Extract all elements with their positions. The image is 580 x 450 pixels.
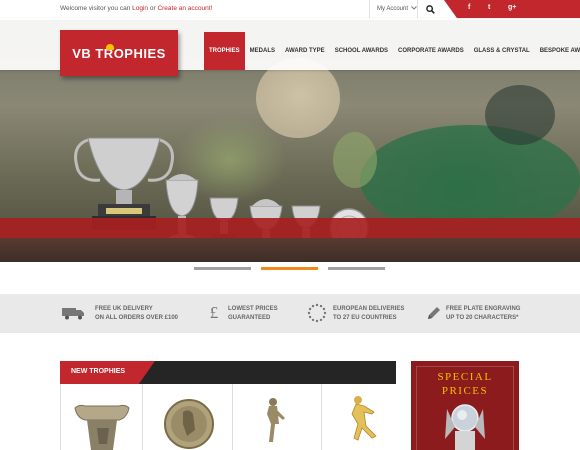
product-image [74, 404, 130, 450]
feature-line2: UP TO 20 CHARACTERS* [446, 315, 519, 321]
create-account-link[interactable]: Create an account! [157, 5, 212, 12]
feature-line2: TO 27 EU COUNTRIES [333, 315, 397, 321]
nav-item-medals[interactable]: MEDALS [245, 32, 280, 70]
page: Welcome visitor you can Login or Create … [0, 0, 580, 450]
feature-line2: GUARANTEED [228, 315, 271, 321]
new-trophies-products [60, 384, 412, 450]
header-navbar: VB TROPHIES TROPHIES MEDALS AWARD TYPE S… [0, 18, 580, 76]
twitter-icon[interactable]: t [488, 4, 490, 11]
eu-stars-icon [305, 303, 329, 323]
nav-item-bespoke-awards[interactable]: BESPOKE AWARDS [535, 32, 580, 70]
feature-line1: EUROPEAN DELIVERIES [333, 306, 405, 312]
product-card[interactable] [233, 384, 322, 450]
welcome-prefix: Welcome visitor you can [60, 5, 131, 12]
hero-red-band [0, 218, 580, 238]
product-card[interactable] [143, 384, 233, 450]
slider-dot-2[interactable] [261, 267, 318, 270]
search-icon [425, 5, 435, 14]
new-trophies-title: NEW TROPHIES [71, 368, 126, 375]
feature-line1: LOWEST PRICES [228, 306, 278, 312]
product-card[interactable] [322, 384, 412, 450]
main-nav: TROPHIES MEDALS AWARD TYPE SCHOOL AWARDS… [204, 32, 580, 70]
feature-line1: FREE PLATE ENGRAVING [446, 306, 521, 312]
product-image [164, 399, 214, 449]
features-strip: FREE UK DELIVERY ON ALL ORDERS OVER £100… [0, 294, 580, 333]
nav-item-glass-crystal[interactable]: GLASS & CRYSTAL [469, 32, 535, 70]
special-prices-banner[interactable]: SPECIAL PRICES [411, 361, 519, 450]
special-trophy-image [445, 404, 485, 450]
slider-dot-1[interactable] [194, 267, 251, 270]
feature-line1: FREE UK DELIVERY [95, 306, 153, 312]
social-links: f t g+ [444, 0, 580, 19]
product-image [267, 398, 285, 442]
facebook-icon[interactable]: f [468, 4, 470, 11]
site-logo[interactable]: VB TROPHIES [60, 30, 178, 76]
feature-line2: ON ALL ORDERS OVER £100 [95, 315, 179, 321]
pen-icon [422, 303, 446, 323]
welcome-message: Welcome visitor you can Login or Create … [60, 5, 212, 12]
pound-icon: £ [209, 303, 219, 322]
welcome-or: or [149, 5, 156, 12]
product-image [351, 396, 377, 441]
hero-bottom-strip [0, 238, 580, 262]
search-button[interactable] [418, 0, 442, 19]
google-plus-icon[interactable]: g+ [508, 4, 516, 11]
nav-item-award-type[interactable]: AWARD TYPE [280, 32, 330, 70]
chevron-down-icon [410, 6, 417, 10]
truck-icon [62, 303, 86, 323]
login-link[interactable]: Login [132, 5, 148, 12]
nav-item-corporate-awards[interactable]: CORPORATE AWARDS [393, 32, 469, 70]
slider-dot-3[interactable] [328, 267, 385, 270]
logo-football-icon [106, 44, 114, 50]
my-account-dropdown[interactable]: My Account [369, 0, 418, 19]
product-card[interactable] [61, 384, 143, 450]
nav-item-trophies[interactable]: TROPHIES [204, 32, 245, 70]
nav-item-school-awards[interactable]: SCHOOL AWARDS [330, 32, 393, 70]
logo-text: VB TROPHIES [72, 45, 166, 61]
top-bar: Welcome visitor you can Login or Create … [0, 0, 580, 19]
my-account-label: My Account [377, 6, 409, 12]
slider-indicators [0, 267, 580, 271]
